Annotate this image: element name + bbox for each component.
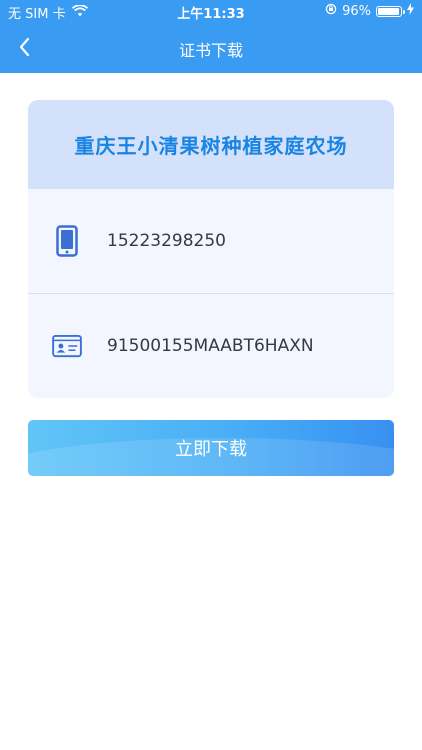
phone-row: 15223298250 xyxy=(28,189,394,293)
charging-icon xyxy=(407,3,414,19)
download-button[interactable]: 立即下载 xyxy=(28,420,394,476)
battery-icon xyxy=(376,5,405,17)
status-bar: 无 SIM 卡 上午11:33 96% xyxy=(0,0,422,22)
farm-name: 重庆王小清果树种植家庭农场 xyxy=(74,134,348,158)
page-title: 证书下载 xyxy=(178,41,243,60)
phone-number: 15223298250 xyxy=(107,231,226,251)
card-header: 重庆王小清果树种植家庭农场 xyxy=(28,100,394,189)
status-right: 96% xyxy=(325,3,414,19)
battery-percent: 96% xyxy=(342,3,371,19)
id-row: 91500155MAABT6HAXN xyxy=(28,293,394,398)
credit-code: 91500155MAABT6HAXN xyxy=(107,336,314,356)
top-bar: 无 SIM 卡 上午11:33 96% 证书下载 xyxy=(0,0,422,73)
nav-bar: 证书下载 xyxy=(0,22,422,73)
phone-icon xyxy=(52,225,82,257)
download-button-label: 立即下载 xyxy=(175,439,247,460)
certificate-card: 重庆王小清果树种植家庭农场 15223298250 91500155MAABT6… xyxy=(28,100,394,398)
id-card-icon xyxy=(52,330,82,362)
orientation-lock-icon xyxy=(325,3,337,19)
